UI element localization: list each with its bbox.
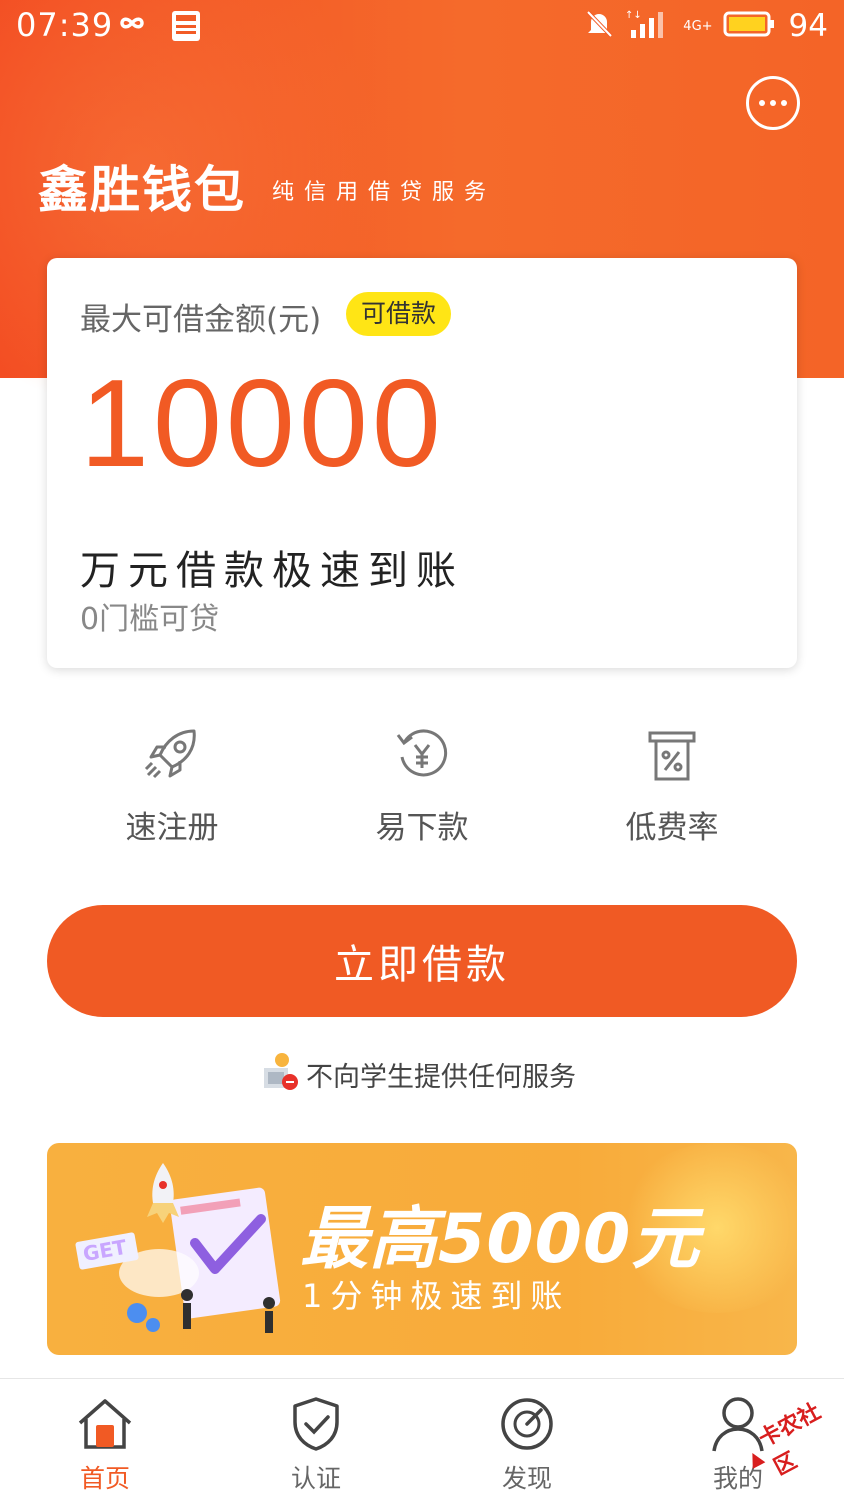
student-notice: 不向学生提供任何服务 — [260, 1052, 576, 1096]
status-badge: 可借款 — [346, 292, 452, 336]
card-subline: 0门槛可贷 — [80, 602, 220, 637]
brand-tagline: 纯信用借贷服务 — [272, 180, 497, 205]
svg-text:↑↓: ↑↓ — [625, 10, 642, 21]
checklist-illustration: GET — [75, 1163, 281, 1333]
rocket-icon — [72, 722, 272, 788]
news-icon — [171, 10, 201, 46]
notice-text: 不向学生提供任何服务 — [306, 1061, 576, 1093]
status-time: 07:39 — [16, 6, 114, 44]
feature-label: 低费率 — [625, 810, 719, 846]
borrow-now-button[interactable]: 立即借款 — [47, 905, 797, 1017]
percent-receipt-icon — [572, 722, 772, 788]
feature-label: 速注册 — [125, 810, 219, 846]
tab-home[interactable]: 首页 — [45, 1395, 165, 1495]
more-options-button[interactable] — [746, 76, 800, 130]
signal-icon: ↑↓ — [625, 8, 673, 44]
banner-subtitle: 1分钟极速到账 — [302, 1277, 571, 1315]
max-amount-label: 最大可借金额(元) — [80, 302, 322, 338]
battery-level: 94 — [788, 8, 828, 44]
ellipsis-icon — [759, 100, 787, 106]
compass-icon — [467, 1395, 587, 1453]
max-amount-value: 10000 — [80, 355, 445, 493]
shield-check-icon — [256, 1395, 376, 1453]
network-type: 4G+ — [683, 18, 713, 34]
tab-discover[interactable]: 发现 — [467, 1395, 587, 1495]
feature-low-rate: 低费率 — [572, 722, 772, 847]
feature-fast-register: 速注册 — [72, 722, 272, 847]
tab-label: 认证 — [290, 1464, 341, 1493]
home-icon — [45, 1395, 165, 1453]
brand-title: 鑫胜钱包 — [38, 160, 246, 219]
student-icon — [260, 1052, 300, 1096]
loan-limit-card: 最大可借金额(元) 可借款 10000 万元借款极速到账 0门槛可贷 — [47, 258, 797, 668]
battery-icon — [723, 10, 775, 42]
status-bar: 07:39 ↑↓ 4G+ 94 — [0, 0, 844, 56]
tab-label: 首页 — [79, 1464, 130, 1493]
feature-row: 速注册 易下款 低费率 — [0, 722, 844, 852]
feature-easy-loan: 易下款 — [322, 722, 522, 847]
tab-label: 发现 — [501, 1464, 552, 1493]
tab-verify[interactable]: 认证 — [256, 1395, 376, 1495]
mute-bell-icon — [583, 8, 615, 44]
card-headline: 万元借款极速到账 — [80, 548, 464, 594]
yuan-refresh-icon — [322, 722, 522, 788]
infinity-icon — [112, 12, 152, 38]
promo-banner[interactable]: GET 最高5000元 1分钟极速到账 — [47, 1143, 797, 1355]
bottom-tab-bar: 首页 认证 发现 我的 — [0, 1378, 844, 1501]
feature-label: 易下款 — [375, 810, 469, 846]
banner-title: 最高5000元 — [300, 1200, 701, 1279]
